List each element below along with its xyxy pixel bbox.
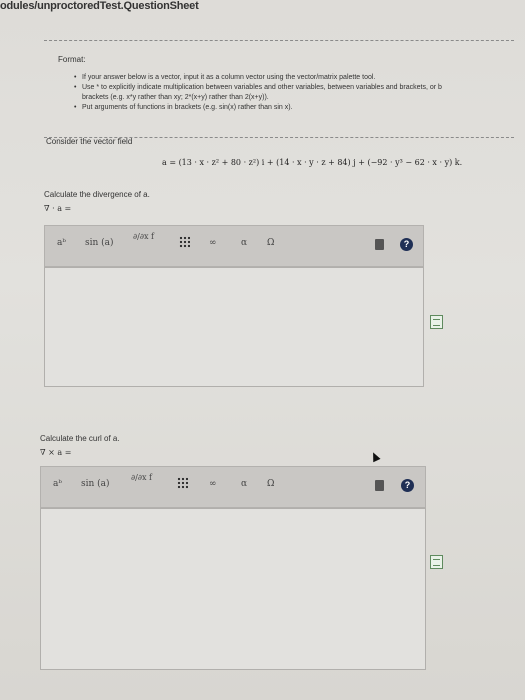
eq-k-part: (−92 · y³ − 62 · x · y) bbox=[367, 158, 453, 167]
omega-button[interactable]: Ω bbox=[267, 479, 274, 489]
infinity-button[interactable]: ∞ bbox=[209, 238, 217, 248]
power-button[interactable]: aᵇ bbox=[57, 238, 66, 248]
document-icon[interactable] bbox=[430, 555, 443, 569]
eq-j-part: (14 · x · y · z + 84) bbox=[276, 158, 351, 167]
trash-icon[interactable] bbox=[375, 480, 384, 491]
url-text: odules/unproctoredTest.QuestionSheet bbox=[0, 0, 199, 12]
eq-i-part: (13 · x · z² + 80 · z²) bbox=[178, 158, 260, 167]
matrix-grid-icon[interactable] bbox=[177, 477, 188, 489]
curl-expression: ∇ × a = bbox=[40, 448, 72, 457]
alpha-button[interactable]: α bbox=[241, 238, 247, 248]
consider-label: Consider the vector field bbox=[46, 137, 133, 146]
eq-i-unit: i + bbox=[261, 158, 274, 167]
format-bullet-2: Use * to explicitly indicate multiplicat… bbox=[74, 83, 442, 93]
math-toolbar-2: aᵇ sin (a) ∂/∂x f ∞ α Ω ? bbox=[40, 466, 426, 508]
eq-j-unit: j + bbox=[353, 158, 365, 167]
format-list: If your answer below is a vector, input … bbox=[74, 73, 442, 113]
infinity-button[interactable]: ∞ bbox=[209, 479, 217, 489]
power-button[interactable]: aᵇ bbox=[53, 479, 62, 489]
partial-derivative-button[interactable]: ∂/∂x f bbox=[133, 232, 154, 241]
divergence-answer-field[interactable] bbox=[44, 267, 424, 387]
curl-question-label: Calculate the curl of a. bbox=[40, 434, 120, 443]
eq-k-unit: k. bbox=[454, 158, 463, 167]
curl-answer-field[interactable] bbox=[40, 508, 426, 670]
divergence-expression: ∇ · a = bbox=[44, 204, 72, 213]
trash-icon[interactable] bbox=[375, 239, 384, 250]
eq-lhs: a = bbox=[162, 158, 177, 167]
format-box: Format: If your answer below is a vector… bbox=[44, 40, 514, 138]
math-toolbar-1: aᵇ sin (a) ∂/∂x f ∞ α Ω ? bbox=[44, 225, 424, 267]
vector-field-equation: a = (13 · x · z² + 80 · z²) i + (14 · x … bbox=[162, 158, 462, 167]
sin-button[interactable]: sin (a) bbox=[85, 238, 114, 248]
format-bullet-3: Put arguments of functions in brackets (… bbox=[74, 103, 442, 113]
divergence-question-label: Calculate the divergence of a. bbox=[44, 190, 150, 199]
page: odules/unproctoredTest.QuestionSheet For… bbox=[0, 0, 525, 700]
matrix-grid-icon[interactable] bbox=[179, 236, 190, 248]
document-icon[interactable] bbox=[430, 315, 443, 329]
alpha-button[interactable]: α bbox=[241, 479, 247, 489]
partial-derivative-button[interactable]: ∂/∂x f bbox=[131, 473, 152, 482]
format-bullet-1: If your answer below is a vector, input … bbox=[74, 73, 442, 83]
format-title: Format: bbox=[58, 55, 86, 64]
mouse-cursor-icon bbox=[369, 450, 381, 463]
sin-button[interactable]: sin (a) bbox=[81, 479, 110, 489]
omega-button[interactable]: Ω bbox=[267, 238, 274, 248]
format-bullet-2-cont: brackets (e.g. x*y rather than xy; 2*(x+… bbox=[82, 94, 269, 101]
help-icon[interactable]: ? bbox=[401, 479, 414, 492]
help-icon[interactable]: ? bbox=[400, 238, 413, 251]
